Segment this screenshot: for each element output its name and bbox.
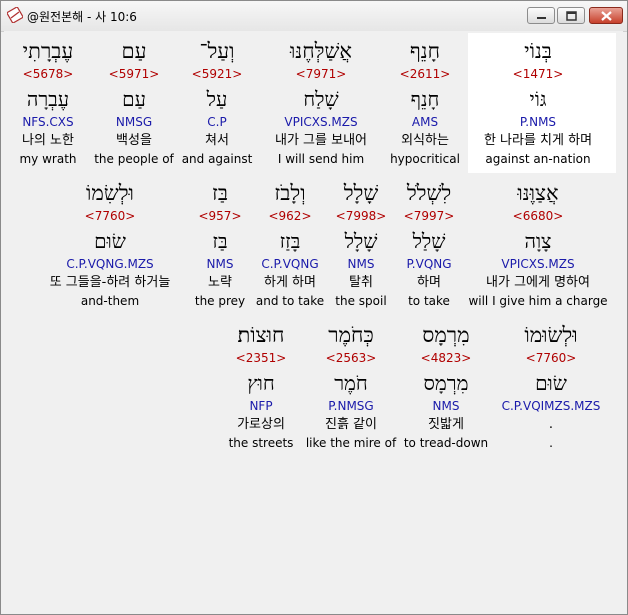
strong-number[interactable]: <5678> — [0, 67, 128, 81]
minimize-button[interactable] — [527, 7, 555, 24]
morphology: NFS.CXS — [22, 115, 74, 129]
hebrew-word: חוּצוֹת׃ — [237, 323, 285, 347]
strong-number[interactable]: <2351> — [181, 351, 341, 365]
close-icon — [601, 11, 612, 21]
english-gloss: the streets — [228, 436, 294, 450]
window-title: @원전본해 - 사 10:6 — [27, 10, 137, 24]
hebrew-word: וּלְשִׂמוֹ — [86, 181, 134, 205]
maximize-icon — [566, 11, 577, 21]
lemma: חוּץ — [247, 371, 275, 395]
bible-app-icon[interactable] — [5, 5, 25, 25]
english-gloss: and-them — [80, 294, 140, 308]
korean-gloss: 가로상의 — [237, 417, 285, 432]
minimize-icon — [537, 17, 546, 19]
morphology: NFP — [249, 399, 273, 413]
english-gloss: my wrath — [19, 152, 77, 166]
close-button[interactable] — [589, 7, 623, 24]
korean-gloss: 나의 노한 — [22, 133, 74, 148]
strong-number[interactable]: <7760> — [30, 209, 190, 223]
maximize-button[interactable] — [557, 7, 585, 24]
hebrew-word: עֶבְרָתִי — [22, 39, 74, 63]
title-bar[interactable]: @원전본해 - 사 10:6 — [1, 1, 627, 32]
interlinear-panel: בְּנוֹי <1471> גּוֹי P.NMS 한 나라를 치게 하며 a… — [4, 31, 623, 611]
morphology: C.P.VQNG.MZS — [66, 257, 154, 271]
main-window: @원전본해 - 사 10:6 בְּנוֹי <1471> גּוֹי P.NM… — [0, 0, 628, 615]
korean-gloss: 또 그들을-하려 하거늘 — [49, 275, 171, 290]
lemma: שׂוּם — [94, 229, 126, 253]
lemma: עֶבְרָה — [26, 87, 70, 111]
